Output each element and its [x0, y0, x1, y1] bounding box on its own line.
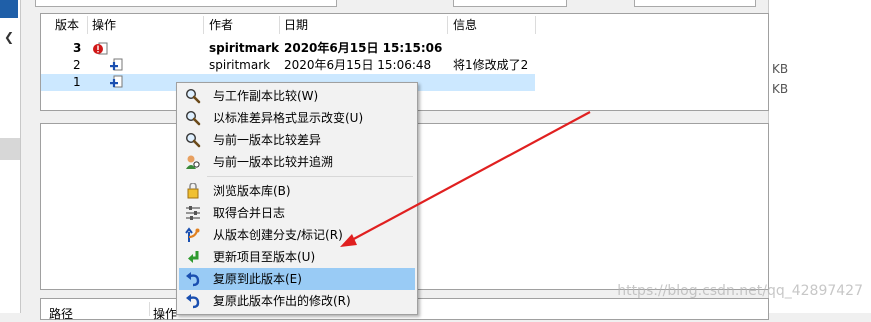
arrow-shaft — [349, 111, 591, 242]
annotation-arrow — [340, 111, 591, 247]
arrow-head — [340, 234, 357, 247]
watermark-text: https://blog.csdn.net/qq_42897427 — [617, 283, 863, 299]
